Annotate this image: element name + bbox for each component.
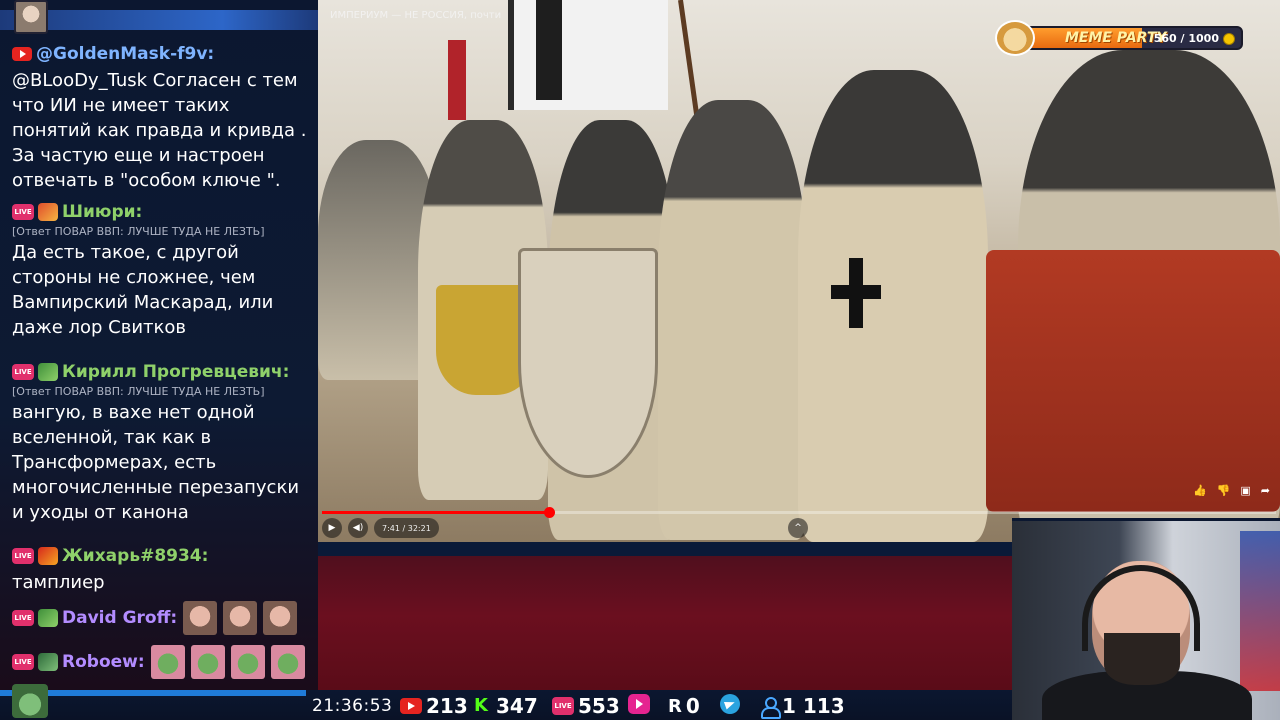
streamer-avatar bbox=[14, 0, 48, 34]
telegram-icon bbox=[720, 694, 740, 714]
chat-text: вангую, в вахе нет одной вселенной, так … bbox=[12, 402, 300, 523]
live-badge-icon: LIVE bbox=[12, 548, 34, 564]
share-icon[interactable]: ➦ bbox=[1261, 484, 1270, 497]
headphones-icon bbox=[1082, 565, 1200, 651]
live-badge-icon: LIVE bbox=[12, 654, 34, 670]
chat-author-row: @GoldenMask-f9v: bbox=[12, 42, 312, 66]
chat-author-row: LIVE David Groff: bbox=[12, 600, 312, 636]
chat-message: LIVE Кирилл Прогревцевич: [Ответ ПОВАР В… bbox=[12, 360, 312, 525]
knight-figure bbox=[798, 70, 988, 542]
shield-eagle bbox=[518, 248, 658, 478]
emote-icon bbox=[38, 203, 58, 221]
total-viewers-count: 1 113 bbox=[782, 694, 845, 718]
volume-button[interactable]: ◀) bbox=[348, 518, 368, 538]
youtube-count: 213 bbox=[426, 694, 468, 718]
chat-author: Кирилл Прогревцевич: bbox=[62, 362, 290, 382]
chat-reply: [Ответ ПОВАР ВВП: ЛУЧШЕ ТУДА НЕ ЛЕЗТЬ] bbox=[12, 225, 265, 238]
chat-message: @GoldenMask-f9v: @BLooDy_Tusk Согласен с… bbox=[12, 42, 312, 193]
video-time: 7:41 / 32:21 bbox=[374, 518, 439, 538]
chat-message: LIVE Жихарь#8934: тамплиер bbox=[12, 544, 312, 595]
chat-author: @GoldenMask-f9v: bbox=[36, 44, 215, 64]
chat-author-row: LIVE Шиюри: bbox=[12, 200, 312, 224]
emote-icon bbox=[38, 547, 58, 565]
rutube-viewers: R 0 bbox=[668, 694, 700, 718]
video-side-actions: 👍 👎 ▣ ➦ bbox=[1193, 484, 1270, 497]
face-emote-icon bbox=[183, 601, 218, 635]
rutube-icon: R bbox=[668, 695, 682, 717]
live-badge-icon: LIVE bbox=[12, 610, 34, 626]
live-icon: LIVE bbox=[552, 697, 574, 715]
dislike-icon[interactable]: 👎 bbox=[1217, 484, 1231, 497]
chat-message: LIVE David Groff: bbox=[12, 600, 312, 636]
overlay-banner bbox=[318, 542, 1012, 690]
chat-reply: [Ответ ПОВАР ВВП: ЛУЧШЕ ТУДА НЕ ЛЕЗТЬ] bbox=[12, 385, 265, 398]
stream-status-bar: 21:36:53 213 K 347 LIVE 553 R 0 1 113 bbox=[0, 684, 1012, 720]
banner-flag bbox=[508, 0, 668, 110]
comment-icon[interactable]: ▣ bbox=[1240, 484, 1250, 497]
chat-author: Шиюри: bbox=[62, 202, 143, 222]
chat-author: David Groff: bbox=[62, 608, 178, 628]
chat-text: тамплиер bbox=[12, 572, 105, 593]
banner-stripe bbox=[318, 542, 1012, 556]
live-badge-icon: LIVE bbox=[12, 204, 34, 220]
emote-icon bbox=[38, 653, 58, 671]
kick-viewers: K 347 bbox=[474, 694, 538, 718]
video-player[interactable]: ИМПЕРИУМ — НЕ РОССИЯ, почти 👍 👎 ▣ ➦ ▶ ◀)… bbox=[318, 0, 1280, 542]
rutube-count: 0 bbox=[685, 694, 700, 718]
emote-icon bbox=[38, 363, 58, 381]
face-emote-icon bbox=[223, 601, 258, 635]
kick-count: 347 bbox=[496, 694, 538, 718]
play-platform-icon bbox=[628, 694, 650, 714]
live-badge-icon: LIVE bbox=[12, 364, 34, 380]
like-icon[interactable]: 👍 bbox=[1193, 484, 1207, 497]
chat-panel: @GoldenMask-f9v: @BLooDy_Tusk Согласен с… bbox=[0, 0, 318, 690]
chat-message: LIVE Шиюри: [Ответ ПОВАР ВВП: ЛУЧШЕ ТУДА… bbox=[12, 200, 312, 340]
webcam-feed bbox=[1012, 518, 1280, 720]
live-count: 553 bbox=[578, 694, 620, 718]
chat-text: @BLooDy_Tusk Согласен с тем что ИИ не им… bbox=[12, 70, 307, 191]
pepe-emote-icon bbox=[150, 645, 185, 679]
pepe-emote-icon bbox=[230, 645, 265, 679]
background-flag bbox=[1240, 531, 1280, 691]
youtube-viewers: 213 bbox=[400, 694, 468, 718]
chat-author-row: LIVE Жихарь#8934: bbox=[12, 544, 312, 568]
chevron-up-icon[interactable]: ^ bbox=[788, 518, 808, 538]
banner-flag bbox=[448, 40, 466, 120]
emote-icon bbox=[38, 609, 58, 627]
meme-party-label: MEME PARTY bbox=[1065, 30, 1167, 46]
pepe-avatar-icon bbox=[12, 684, 48, 718]
meme-party-bar: MEME PARTY 560 / 1000 bbox=[1015, 26, 1243, 50]
video-title-overlay: ИМПЕРИУМ — НЕ РОССИЯ, почти bbox=[330, 10, 502, 21]
live-viewers: LIVE 553 bbox=[552, 694, 620, 718]
kick-icon: K bbox=[474, 695, 488, 716]
pepe-emote-icon bbox=[270, 645, 305, 679]
total-viewers: 1 113 bbox=[760, 694, 845, 719]
chat-author-row: LIVE Кирилл Прогревцевич: bbox=[12, 360, 312, 384]
video-progress-bar[interactable] bbox=[322, 507, 1276, 518]
vk-play-status bbox=[628, 694, 650, 714]
video-progress-knob[interactable] bbox=[544, 507, 556, 518]
play-button[interactable]: ▶ bbox=[322, 518, 342, 538]
shield-red bbox=[986, 250, 1280, 512]
coin-icon bbox=[1223, 33, 1235, 45]
knight-figure bbox=[658, 100, 808, 540]
video-progress-fill bbox=[322, 511, 550, 514]
meme-party-count: 560 / 1000 bbox=[1153, 32, 1219, 45]
chat-text: Да есть такое, с другой стороны не сложн… bbox=[12, 242, 274, 338]
banner-flag bbox=[536, 0, 562, 100]
chat-author-row: LIVE Roboew: bbox=[12, 644, 312, 680]
doge-icon bbox=[995, 20, 1035, 56]
pepe-emote-icon bbox=[190, 645, 225, 679]
clock: 21:36:53 bbox=[312, 696, 393, 716]
cross-emblem bbox=[831, 285, 881, 299]
telegram-status bbox=[720, 694, 740, 714]
chat-author: Roboew: bbox=[62, 652, 145, 672]
youtube-icon bbox=[12, 47, 32, 61]
user-icon bbox=[760, 696, 781, 719]
face-emote-icon bbox=[263, 601, 298, 635]
meme-party-widget: MEME PARTY 560 / 1000 bbox=[995, 20, 1245, 56]
youtube-icon bbox=[400, 698, 422, 714]
chat-author: Жихарь#8934: bbox=[62, 546, 209, 566]
chat-message: LIVE Roboew: bbox=[12, 644, 312, 680]
